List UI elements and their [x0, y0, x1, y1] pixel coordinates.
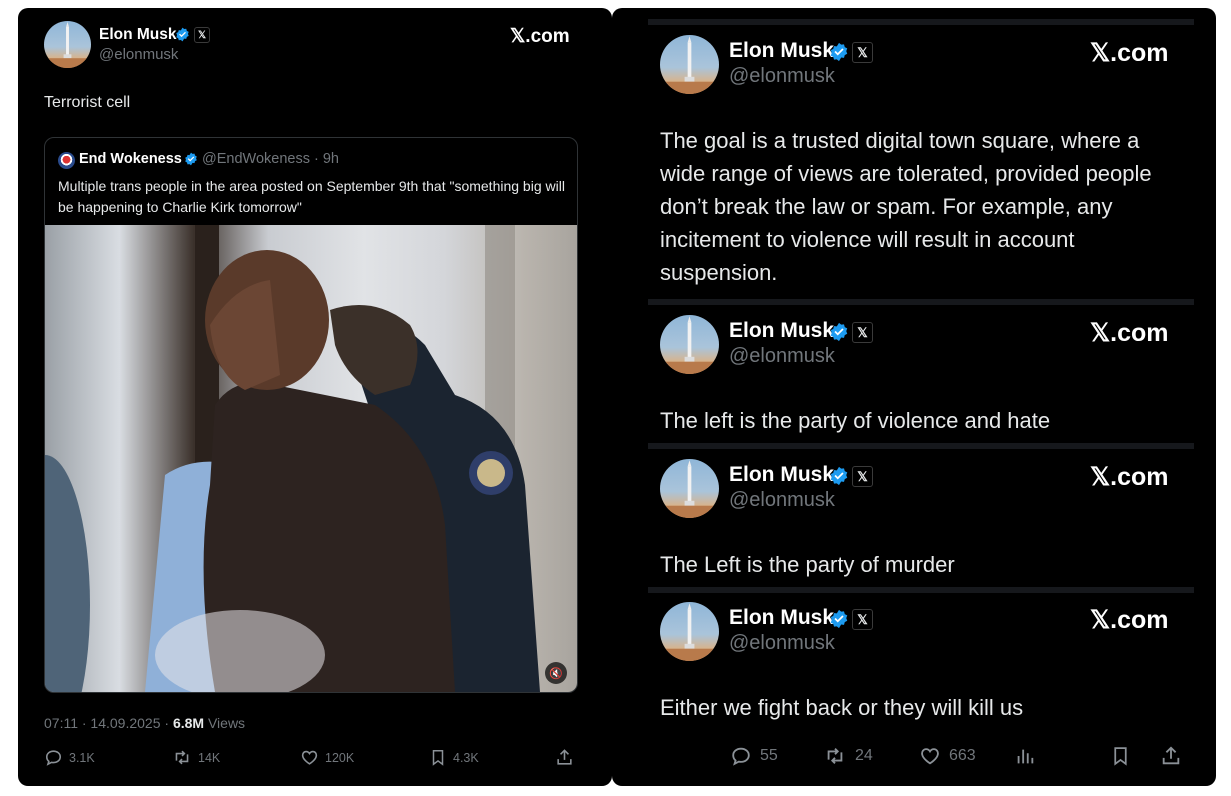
share-button[interactable]: [1160, 745, 1182, 767]
x-logo-icon: 𝕏: [194, 27, 210, 43]
quoted-author-handle[interactable]: @EndWokeness · 9h: [202, 151, 339, 167]
avatar[interactable]: [58, 152, 75, 169]
quoted-time: · 9h: [313, 151, 339, 167]
divider: [648, 443, 1194, 449]
reply-icon: [732, 747, 750, 766]
verified-icon: [830, 42, 848, 62]
bookmark-button[interactable]: [1110, 745, 1131, 767]
verified-icon: [830, 609, 848, 629]
tweet-text: Terrorist cell: [44, 94, 131, 111]
timestamp: 07:11 · 14.09.2025 ·: [44, 715, 173, 731]
like-count: 120K: [325, 750, 355, 765]
views-count: 6.8M: [172, 715, 205, 731]
repost-button[interactable]: 14K: [172, 748, 220, 767]
author-handle[interactable]: @elonmusk: [729, 65, 835, 88]
brand-watermark: 𝕏.com: [1090, 606, 1169, 634]
author-name[interactable]: Elon Musk: [729, 606, 834, 630]
author-handle[interactable]: @elonmusk: [729, 489, 835, 512]
quoted-handle-text: @EndWokeness: [202, 151, 310, 167]
brand-watermark: 𝕏.com: [510, 26, 570, 47]
reply-icon: [45, 750, 62, 766]
brand-watermark: 𝕏.com: [1090, 319, 1169, 347]
left-tweet-card: Elon Musk 𝕏 @elonmusk 𝕏.com Terrorist ce…: [18, 8, 612, 786]
post-text: The goal is a trusted digital town squar…: [660, 128, 1152, 285]
views-label: Views: [204, 715, 246, 731]
like-button[interactable]: 663: [919, 745, 976, 767]
video-player[interactable]: 🔇: [45, 225, 577, 692]
brand-watermark: 𝕏.com: [1090, 39, 1169, 67]
author-handle[interactable]: @elonmusk: [729, 632, 835, 655]
share-icon: [1162, 746, 1180, 765]
like-icon: [301, 750, 318, 765]
like-button[interactable]: 120K: [300, 748, 354, 767]
author-name[interactable]: Elon Musk: [99, 26, 177, 44]
verified-icon: [830, 466, 848, 486]
right-tweets-collage: Elon Musk 𝕏 @elonmusk 𝕏.com The goal is …: [612, 8, 1216, 786]
tweet-meta: 07:11 · 14.09.2025 · 6.8M Views: [44, 715, 245, 731]
share-button[interactable]: [555, 748, 574, 767]
repost-icon: [175, 750, 189, 765]
brand-watermark: 𝕏.com: [1090, 463, 1169, 491]
repost-button[interactable]: 24: [823, 745, 873, 767]
analytics-button[interactable]: [1014, 745, 1036, 767]
avatar[interactable]: [660, 315, 719, 374]
post-text: The Left is the party of murder: [660, 552, 955, 577]
repost-count: 14K: [198, 750, 221, 765]
bookmark-button[interactable]: 4.3K: [429, 748, 479, 767]
avatar[interactable]: [44, 21, 91, 68]
quoted-tweet-text: Multiple trans people in the area posted…: [58, 178, 565, 215]
divider: [648, 587, 1194, 593]
divider: [648, 19, 1194, 25]
post-text: The left is the party of violence and ha…: [660, 408, 1051, 433]
repost-count: 24: [855, 747, 873, 764]
avatar[interactable]: [660, 459, 719, 518]
bookmark-count: 4.3K: [453, 750, 479, 765]
verified-icon: [830, 322, 848, 342]
avatar[interactable]: [660, 602, 719, 661]
x-logo-icon: 𝕏: [852, 322, 873, 343]
reply-count: 3.1K: [69, 750, 95, 765]
like-count: 663: [949, 747, 976, 764]
avatar[interactable]: [660, 35, 719, 94]
analytics-icon: [1017, 749, 1034, 764]
post-text: Either we fight back or they will kill u…: [660, 695, 1024, 720]
x-logo-icon: 𝕏: [852, 42, 873, 63]
mute-icon[interactable]: 🔇: [545, 662, 567, 684]
author-name[interactable]: Elon Musk: [729, 463, 834, 487]
quoted-tweet[interactable]: End Wokeness @EndWokeness · 9h Multiple …: [44, 137, 578, 693]
author-name[interactable]: Elon Musk: [729, 319, 834, 343]
bookmark-icon: [1114, 747, 1127, 766]
quoted-author-name[interactable]: End Wokeness: [79, 151, 182, 167]
divider: [648, 299, 1194, 305]
repost-icon: [827, 748, 843, 764]
video-frame: [45, 225, 540, 692]
like-icon: [921, 748, 939, 765]
x-logo-icon: 𝕏: [852, 609, 873, 630]
verified-icon: [185, 152, 197, 166]
verified-icon: [176, 27, 189, 42]
bookmark-icon: [432, 750, 444, 766]
author-handle[interactable]: @elonmusk: [729, 345, 835, 368]
x-logo-icon: 𝕏: [852, 466, 873, 487]
reply-button[interactable]: 3.1K: [44, 748, 95, 767]
reply-count: 55: [760, 747, 778, 764]
author-name[interactable]: Elon Musk: [729, 39, 834, 63]
share-icon: [557, 749, 572, 765]
reply-button[interactable]: 55: [730, 745, 778, 767]
author-handle[interactable]: @elonmusk: [99, 46, 178, 63]
